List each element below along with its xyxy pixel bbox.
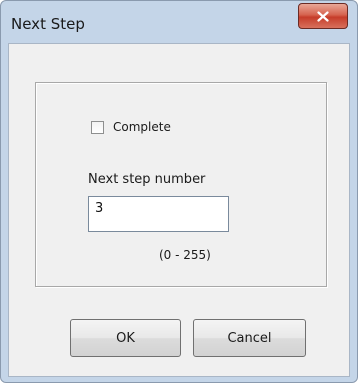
cancel-button[interactable]: Cancel xyxy=(193,319,306,357)
range-hint: (0 - 255) xyxy=(159,248,211,262)
ok-button[interactable]: OK xyxy=(70,319,181,357)
complete-option[interactable]: Complete xyxy=(91,120,171,134)
window-title: Next Step xyxy=(11,15,85,33)
dialog-body: Complete Next step number (0 - 255) OK C… xyxy=(8,43,350,377)
complete-label: Complete xyxy=(113,120,171,134)
next-step-label: Next step number xyxy=(88,172,206,187)
close-button[interactable] xyxy=(298,3,348,29)
title-bar[interactable]: Next Step xyxy=(1,1,357,43)
close-icon xyxy=(317,10,329,22)
next-step-input[interactable] xyxy=(88,196,229,232)
dialog-window: Next Step Complete Next step number (0 -… xyxy=(0,0,358,383)
complete-checkbox[interactable] xyxy=(91,120,104,134)
